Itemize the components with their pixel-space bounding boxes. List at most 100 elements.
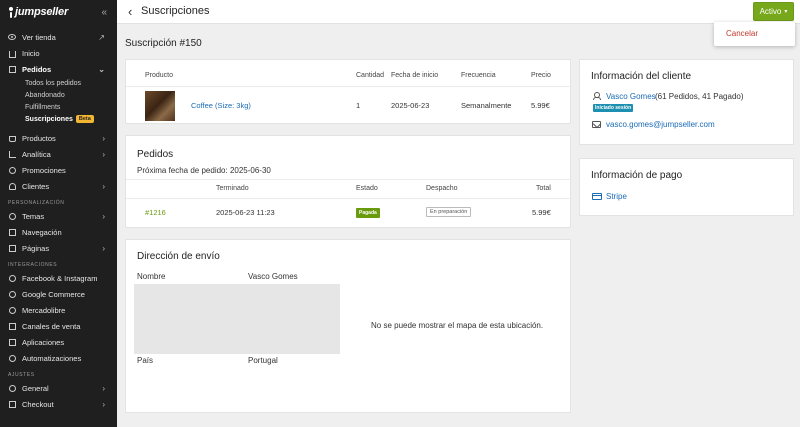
sidebar-item-general[interactable]: General › (0, 380, 117, 396)
product-card: Producto Cantidad Fecha de inicio Frecue… (125, 59, 572, 124)
order-finished-date: 2025-06-23 11:23 (216, 208, 275, 217)
sidebar-item-label: General (22, 383, 49, 393)
status-dropdown-button[interactable]: Activo ▾ (753, 2, 794, 21)
share-icon (8, 274, 16, 282)
sidebar-item-analitica[interactable]: Analítica › (0, 146, 117, 162)
palette-icon (8, 212, 16, 220)
product-frequency: Semanalmente (461, 101, 512, 110)
divider (126, 198, 572, 199)
sidebar-item-mercadolibre[interactable]: Mercadolibre (0, 302, 117, 318)
sidebar-item-pedidos[interactable]: Pedidos ⌄ (0, 61, 117, 77)
sidebar-item-label: Aplicaciones (22, 337, 65, 347)
credit-card-icon (592, 193, 602, 200)
jumpseller-logo[interactable]: jumpseller (8, 6, 68, 18)
shipping-country-value: Portugal (248, 356, 278, 365)
sidebar-item-facebook-instagram[interactable]: Facebook & Instagram (0, 270, 117, 286)
sidebar-item-label: Google Commerce (22, 289, 85, 299)
col-header-quantity: Cantidad (356, 72, 385, 79)
shipping-name-label: Nombre (137, 272, 166, 281)
sidebar-item-canales-de-venta[interactable]: Canales de venta (0, 318, 117, 334)
shipping-card: Dirección de envío Nombre Vasco Gomes No… (125, 239, 571, 413)
section-label-personalizacion: PERSONALIZACIÓN (8, 200, 65, 206)
home-icon (8, 49, 16, 58)
sidebar-item-promociones[interactable]: Promociones (0, 162, 117, 178)
col-header-finished: Terminado (216, 185, 249, 192)
sidebar-subitem-abandonado[interactable]: Abandonado (0, 89, 117, 101)
order-link[interactable]: #1216 (145, 208, 166, 217)
gear-icon (8, 384, 16, 392)
eye-icon (8, 33, 16, 41)
payment-status-badge: Pagada (356, 208, 380, 218)
sidebar-item-temas[interactable]: Temas › (0, 208, 117, 224)
customer-name-link[interactable]: Vasco Gomes (606, 92, 656, 101)
sidebar-item-paginas[interactable]: Páginas › (0, 240, 117, 256)
sidebar-item-label: Canales de venta (22, 321, 81, 331)
external-link-icon: ↗ (98, 32, 105, 42)
sidebar-item-label: Checkout (22, 399, 54, 409)
section-label-ajustes: AJUSTES (8, 372, 35, 378)
sidebar-subitem-todos-los-pedidos[interactable]: Todos los pedidos (0, 77, 117, 89)
cancel-subscription-option[interactable]: Cancelar (726, 29, 758, 38)
sidebar-subitem-fulfillments[interactable]: Fulfillments (0, 101, 117, 113)
chevron-right-icon: › (102, 383, 105, 393)
product-link[interactable]: Coffee (Size: 3kg) (191, 101, 251, 110)
logged-in-badge: Iniciado sesión (593, 104, 634, 112)
divider (126, 179, 572, 180)
payment-info-card: Información de pago Stripe (579, 158, 794, 216)
sidebar-subitem-suscripciones[interactable]: Suscripciones Beta (0, 113, 117, 125)
sidebar-item-label: Facebook & Instagram (22, 273, 98, 283)
chevron-right-icon: › (102, 243, 105, 253)
handshake-icon (8, 306, 16, 314)
product-thumbnail[interactable] (145, 91, 175, 121)
sidebar-item-label: Promociones (22, 165, 66, 175)
tag-icon (8, 166, 16, 174)
sidebar-subitem-label: Suscripciones (25, 115, 73, 123)
col-header-frequency: Frecuencia (461, 72, 496, 79)
customer-email-link[interactable]: vasco.gomes@jumpseller.com (606, 120, 715, 129)
back-arrow-icon[interactable]: ‹ (128, 4, 132, 19)
user-icon (593, 92, 601, 100)
customer-order-stats: (61 Pedidos, 41 Pagado) (655, 92, 744, 101)
shipping-name-value: Vasco Gomes (248, 272, 298, 281)
product-price: 5.99€ (531, 101, 550, 110)
apps-icon (8, 338, 16, 346)
orders-title: Pedidos (137, 149, 174, 160)
chevron-right-icon: › (102, 211, 105, 221)
sidebar-item-label: Navegación (22, 227, 62, 237)
map-unavailable-message: No se puede mostrar el mapa de esta ubic… (371, 321, 544, 330)
top-bar: ‹ Suscripciones Activo ▾ (117, 0, 800, 24)
collapse-sidebar-icon[interactable]: « (101, 7, 107, 18)
shipping-country-label: País (137, 356, 154, 365)
logo-text: jumpseller (15, 6, 69, 18)
dispatch-status-badge: En preparación (426, 207, 472, 217)
sidebar-item-clientes[interactable]: Clientes › (0, 178, 117, 194)
customer-info-card: Información del cliente Vasco Gomes (61 … (579, 59, 794, 145)
sidebar-item-label: Automatizaciones (22, 353, 82, 363)
sidebar-item-inicio[interactable]: Inicio (0, 45, 117, 61)
chevron-right-icon: › (102, 133, 105, 143)
mail-icon (592, 121, 601, 128)
shipping-title: Dirección de envío (137, 251, 220, 262)
sidebar-item-automatizaciones[interactable]: Automatizaciones (0, 350, 117, 366)
product-quantity: 1 (356, 101, 361, 110)
payment-info-title: Información de pago (591, 170, 683, 181)
bag-icon (8, 134, 16, 142)
user-icon (8, 182, 16, 190)
sidebar-item-aplicaciones[interactable]: Aplicaciones (0, 334, 117, 350)
customer-info-title: Información del cliente (591, 71, 692, 82)
sidebar-item-label: Clientes (22, 181, 50, 191)
col-header-product: Producto (145, 72, 174, 79)
cart-icon (8, 400, 16, 408)
sidebar-item-checkout[interactable]: Checkout › (0, 396, 117, 412)
chevron-right-icon: › (102, 149, 105, 159)
sidebar-item-label: Mercadolibre (22, 305, 66, 315)
orders-card: Pedidos Próxima fecha de pedido: 2025-06… (125, 135, 572, 228)
chevron-down-icon: ⌄ (98, 64, 105, 74)
payment-method-link[interactable]: Stripe (606, 192, 627, 201)
sidebar-item-google-commerce[interactable]: Google Commerce (0, 286, 117, 302)
sidebar-item-label: Analítica (22, 149, 51, 159)
section-label-integraciones: INTEGRACIONES (8, 262, 58, 268)
sidebar-item-navegacion[interactable]: Navegación (0, 224, 117, 240)
sidebar-item-ver-tienda[interactable]: Ver tienda ↗ (0, 29, 117, 45)
sidebar-item-productos[interactable]: Productos › (0, 130, 117, 146)
